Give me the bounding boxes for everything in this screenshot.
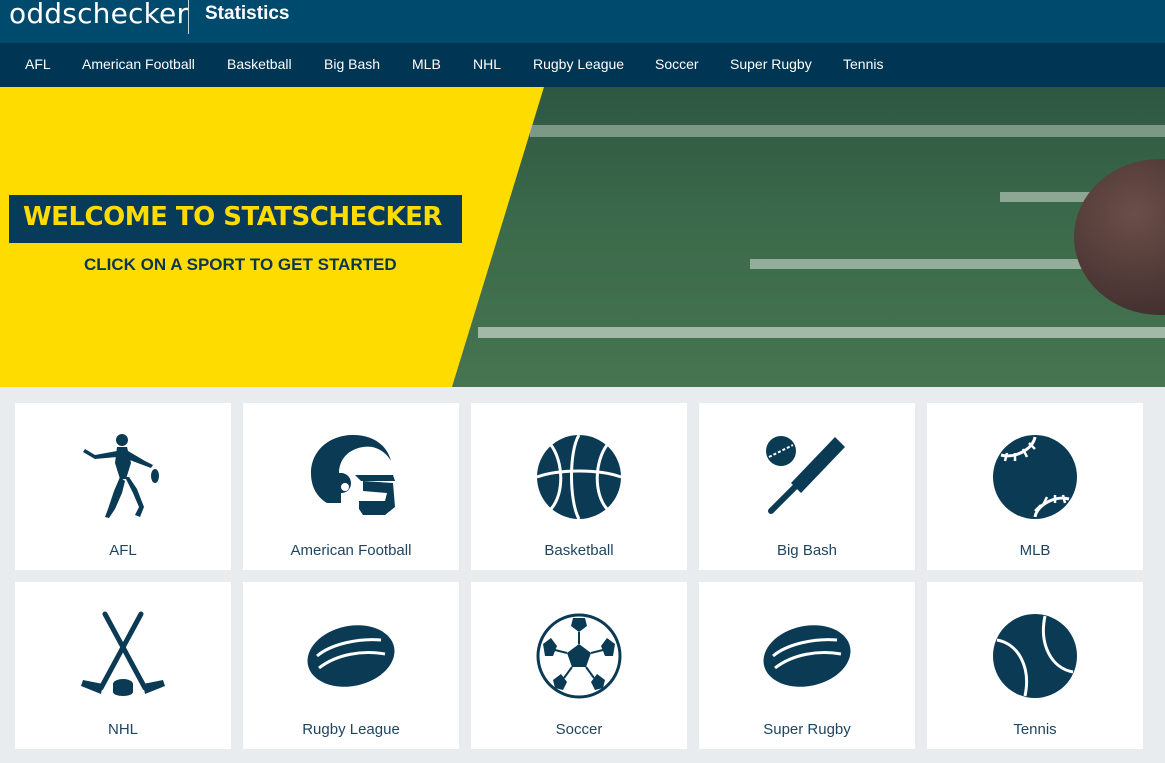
top-header: oddschecker Statistics (0, 0, 1165, 43)
sport-label-basketball: Basketball (544, 542, 614, 559)
sport-card-soccer[interactable]: Soccer (471, 582, 687, 749)
sport-label-super-rugby: Super Rugby (763, 721, 851, 738)
sport-nav: AFL American Football Basketball Big Bas… (0, 43, 1165, 87)
nav-item-nhl[interactable]: NHL (473, 56, 501, 72)
nav-item-mlb[interactable]: MLB (412, 56, 441, 72)
basketball-icon (536, 434, 622, 520)
nav-item-rugby-league[interactable]: Rugby League (533, 56, 624, 72)
football-helmet-icon (311, 435, 395, 515)
nav-item-afl[interactable]: AFL (25, 56, 51, 72)
hero-banner: WELCOME TO STATSCHECKER CLICK ON A SPORT… (0, 87, 1165, 387)
nav-item-tennis[interactable]: Tennis (843, 56, 883, 72)
nav-item-basketball[interactable]: Basketball (227, 56, 292, 72)
sport-card-american-football[interactable]: American Football (243, 403, 459, 570)
hockey-sticks-icon (81, 611, 165, 696)
nav-item-american-football[interactable]: American Football (82, 56, 195, 72)
sport-label-mlb: MLB (1019, 542, 1051, 559)
sport-label-afl: AFL (109, 542, 137, 559)
oddschecker-logo[interactable]: oddschecker (9, 0, 188, 30)
sport-card-mlb[interactable]: MLB (927, 403, 1143, 570)
tennis-ball-icon (993, 614, 1077, 698)
rugby-ball-icon (763, 625, 851, 687)
section-title[interactable]: Statistics (205, 3, 289, 25)
sport-label-nhl: NHL (107, 721, 138, 738)
sport-card-nhl[interactable]: NHL (15, 582, 231, 749)
baseball-icon (993, 435, 1077, 519)
soccer-ball-icon (536, 613, 622, 699)
sport-card-rugby-league[interactable]: Rugby League (243, 582, 459, 749)
sport-card-tennis[interactable]: Tennis (927, 582, 1143, 749)
welcome-title: WELCOME TO STATSCHECKER (23, 202, 442, 232)
hero-subtitle: CLICK ON A SPORT TO GET STARTED (84, 255, 397, 274)
sport-card-basketball[interactable]: Basketball (471, 403, 687, 570)
nav-item-soccer[interactable]: Soccer (655, 56, 699, 72)
cricket-bat-ball-icon (766, 436, 845, 514)
welcome-banner: WELCOME TO STATSCHECKER (9, 195, 462, 243)
sport-label-big-bash: Big Bash (776, 542, 838, 559)
sport-card-afl[interactable]: AFL (15, 403, 231, 570)
sport-card-big-bash[interactable]: Big Bash (699, 403, 915, 570)
sport-label-tennis: Tennis (1013, 721, 1057, 738)
afl-player-icon (83, 434, 159, 518)
sport-label-rugby-league: Rugby League (302, 721, 400, 738)
nav-item-super-rugby[interactable]: Super Rugby (730, 56, 812, 72)
nav-item-big-bash[interactable]: Big Bash (324, 56, 380, 72)
sport-card-super-rugby[interactable]: Super Rugby (699, 582, 915, 749)
header-divider (188, 0, 189, 34)
sport-label-soccer: Soccer (555, 721, 603, 738)
rugby-ball-icon (307, 625, 395, 687)
sport-label-american-football: American Football (290, 542, 412, 559)
